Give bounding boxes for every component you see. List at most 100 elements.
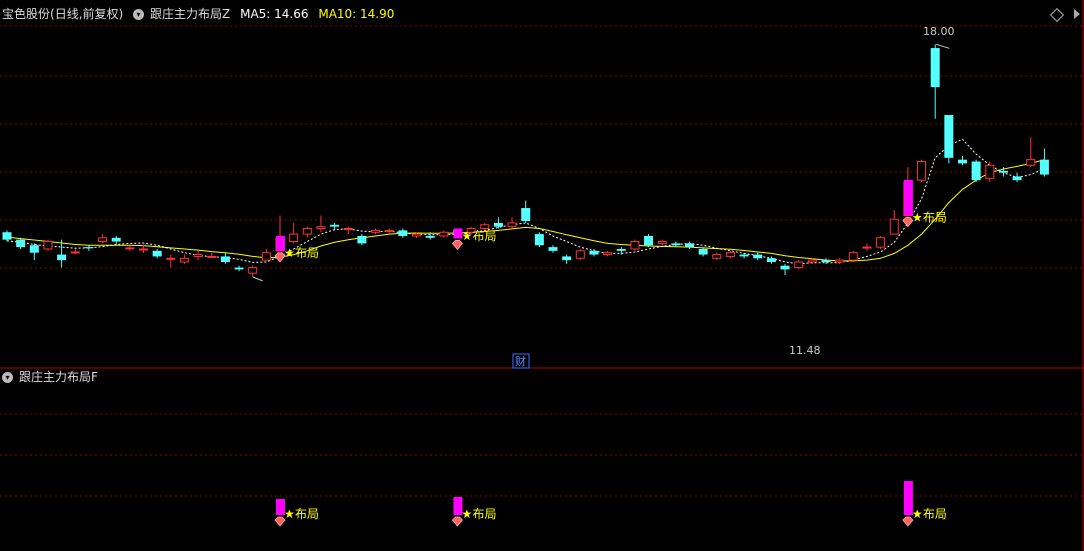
candle[interactable]: [725, 250, 735, 259]
candle[interactable]: [534, 232, 544, 248]
candle[interactable]: [248, 265, 258, 277]
period-label[interactable]: (日线,前复权): [50, 7, 123, 21]
candle[interactable]: [302, 226, 312, 238]
signal-label: 布局: [295, 507, 319, 521]
candle[interactable]: [343, 226, 353, 235]
candle[interactable]: [261, 248, 271, 261]
signal-markers: ★ 布局★ 布局★ 布局: [274, 180, 947, 263]
candle[interactable]: [1012, 172, 1022, 182]
candle-body: [930, 48, 940, 88]
indicator-name[interactable]: 跟庄主力布局Z: [150, 7, 230, 21]
candle[interactable]: [29, 243, 39, 261]
candle-body: [493, 222, 503, 227]
candlestick-series[interactable]: [2, 44, 1049, 277]
candle[interactable]: [862, 243, 872, 251]
ma5-value: MA5: 14.66: [240, 7, 309, 21]
candle-body: [57, 254, 67, 261]
candle-body: [548, 247, 558, 251]
candle[interactable]: [98, 234, 108, 244]
candle-body: [98, 237, 108, 243]
candle[interactable]: [917, 159, 927, 182]
candle[interactable]: [562, 254, 572, 264]
candle[interactable]: [234, 265, 244, 272]
candle[interactable]: [794, 260, 804, 270]
candle[interactable]: [521, 200, 531, 223]
candle[interactable]: [84, 245, 94, 251]
candle-body: [862, 246, 872, 249]
sub-indicator-name[interactable]: 跟庄主力布局F: [19, 370, 98, 384]
candle-body: [220, 256, 230, 262]
signal-label: 布局: [923, 210, 947, 224]
high-leader: [936, 43, 950, 49]
candle[interactable]: [289, 222, 299, 244]
candle[interactable]: [439, 230, 449, 238]
candle[interactable]: [876, 235, 886, 249]
candle[interactable]: [70, 248, 80, 255]
candle[interactable]: [985, 161, 995, 182]
kline-chart[interactable]: ★ 布局★ 布局★ 布局 ★ 布局 ★ 布局 ★ 布局 18.00 11.48 财: [0, 0, 1084, 551]
candle[interactable]: [384, 228, 394, 235]
candle[interactable]: [548, 245, 558, 253]
candle[interactable]: [16, 237, 26, 249]
candle-body: [589, 250, 599, 255]
candle-body: [712, 254, 722, 259]
candle[interactable]: [152, 248, 162, 259]
candle[interactable]: [179, 254, 189, 264]
chevron-down-icon[interactable]: ▾: [133, 9, 145, 20]
candle[interactable]: [971, 159, 981, 182]
candle[interactable]: [57, 239, 67, 268]
candle[interactable]: [220, 252, 230, 264]
sub-panel-signal-markers: ★ 布局 ★ 布局 ★ 布局: [274, 481, 947, 527]
candle-body: [848, 252, 858, 261]
signal-label: 布局: [923, 507, 947, 521]
candle[interactable]: [575, 248, 585, 261]
candle[interactable]: [193, 250, 203, 261]
candle-body: [657, 241, 667, 244]
candle[interactable]: [166, 254, 176, 268]
candle[interactable]: [753, 252, 763, 261]
main-panel-header: 宝色股份(日线,前复权) ▾ 跟庄主力布局Z MA5: 14.66 MA10: 1…: [2, 7, 400, 21]
candle[interactable]: [207, 252, 217, 259]
candle[interactable]: [1039, 148, 1049, 177]
candle[interactable]: [316, 215, 326, 233]
candle[interactable]: [944, 115, 954, 164]
candle[interactable]: [371, 228, 381, 235]
candle[interactable]: [139, 245, 148, 253]
financial-marker[interactable]: 财: [515, 354, 526, 368]
candle[interactable]: [398, 228, 408, 238]
candle[interactable]: [780, 263, 790, 276]
candle-body: [671, 243, 681, 246]
candle-body: [480, 224, 490, 230]
candle-body: [70, 251, 80, 254]
stock-name[interactable]: 宝色股份: [2, 7, 50, 21]
candle[interactable]: [125, 245, 135, 251]
candle[interactable]: [644, 234, 654, 248]
candle[interactable]: [889, 209, 899, 235]
candle[interactable]: [930, 44, 940, 119]
candle[interactable]: [357, 234, 367, 246]
star-icon: ★: [461, 229, 472, 243]
ma10-value: MA10: 14.90: [318, 7, 395, 21]
candle[interactable]: [685, 241, 694, 249]
candle[interactable]: [657, 239, 667, 246]
candle[interactable]: [2, 230, 12, 242]
scroll-right-icon[interactable]: [1074, 9, 1080, 19]
candle[interactable]: [630, 239, 640, 251]
candle[interactable]: [507, 217, 517, 229]
candle[interactable]: [43, 239, 53, 251]
chevron-down-icon[interactable]: ▾: [2, 372, 13, 383]
candle-body: [330, 224, 340, 227]
candle[interactable]: [958, 155, 967, 166]
candle[interactable]: [739, 252, 749, 259]
candle[interactable]: [848, 250, 858, 262]
candle[interactable]: [1026, 137, 1036, 168]
candle-body: [179, 257, 189, 263]
candle[interactable]: [603, 250, 613, 257]
candle-body: [357, 235, 367, 244]
candle-body: [698, 248, 708, 255]
candle-body: [2, 232, 12, 240]
candle-body: [125, 247, 135, 250]
candle[interactable]: [712, 252, 722, 261]
candle[interactable]: [835, 258, 845, 264]
candle-body: [971, 161, 981, 181]
